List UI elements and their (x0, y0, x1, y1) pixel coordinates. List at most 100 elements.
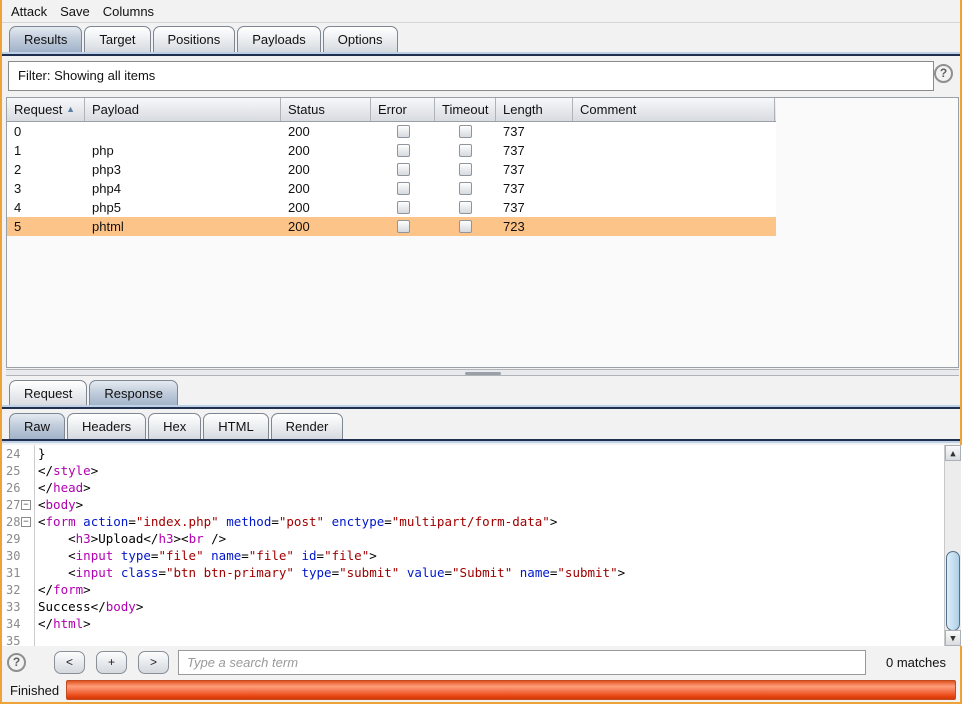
fold-spacer (21, 449, 31, 459)
line-number: 31 (2, 566, 21, 580)
response-raw-view[interactable]: 24}25</style>26</head>27−<body>28−<form … (2, 445, 962, 646)
scrollbar-thumb[interactable] (946, 551, 960, 631)
timeout-checkbox[interactable] (459, 163, 472, 176)
fold-spacer (21, 534, 31, 544)
cell-comment (573, 160, 775, 179)
search-next-button[interactable]: > (138, 651, 169, 674)
gutter-divider (34, 445, 35, 646)
code-token: </ (38, 582, 53, 597)
fold-collapse-icon[interactable]: − (21, 500, 31, 510)
code-token: > (618, 565, 626, 580)
tab-html[interactable]: HTML (203, 413, 268, 439)
error-checkbox[interactable] (397, 220, 410, 233)
timeout-checkbox[interactable] (459, 201, 472, 214)
code-text: </form> (38, 582, 91, 597)
fold-spacer (21, 636, 31, 646)
pane-splitter[interactable] (6, 369, 959, 376)
column-header-error[interactable]: Error (371, 98, 435, 121)
help-icon[interactable]: ? (934, 64, 953, 83)
error-checkbox[interactable] (397, 163, 410, 176)
scroll-down-icon[interactable]: ▼ (945, 630, 961, 646)
timeout-checkbox[interactable] (459, 220, 472, 233)
fold-spacer (21, 551, 31, 561)
cell-status: 200 (281, 122, 371, 141)
code-token: < (38, 531, 76, 546)
table-row[interactable]: 3php4200737 (7, 179, 776, 198)
search-input[interactable] (178, 650, 866, 675)
tab-headers[interactable]: Headers (67, 413, 146, 439)
timeout-checkbox[interactable] (459, 125, 472, 138)
code-line: 24} (2, 445, 962, 462)
error-checkbox[interactable] (397, 201, 410, 214)
menu-item-save[interactable]: Save (60, 4, 90, 19)
tab-response[interactable]: Response (89, 380, 178, 406)
line-number: 33 (2, 600, 21, 614)
scroll-up-icon[interactable]: ▲ (945, 445, 961, 461)
error-checkbox[interactable] (397, 144, 410, 157)
tab-request[interactable]: Request (9, 380, 87, 406)
code-token (113, 565, 121, 580)
code-token (512, 565, 520, 580)
code-token: h3 (158, 531, 173, 546)
table-row[interactable]: 1php200737 (7, 141, 776, 160)
filter-box[interactable]: Filter: Showing all items (8, 61, 934, 91)
main-tab-bar: ResultsTargetPositionsPayloadsOptions (2, 22, 960, 52)
fold-collapse-icon[interactable]: − (21, 517, 31, 527)
column-header-comment[interactable]: Comment (573, 98, 775, 121)
column-header-payload[interactable]: Payload (85, 98, 281, 121)
timeout-checkbox[interactable] (459, 182, 472, 195)
cell-timeout (435, 217, 496, 236)
table-row[interactable]: 0200737 (7, 122, 776, 141)
cell-error (371, 122, 435, 141)
code-line: 28−<form action="index.php" method="post… (2, 513, 962, 530)
help-icon[interactable]: ? (7, 653, 26, 672)
tab-positions[interactable]: Positions (153, 26, 236, 52)
tab-render[interactable]: Render (271, 413, 344, 439)
cell-timeout (435, 160, 496, 179)
fold-spacer (21, 602, 31, 612)
code-text: <input type="file" name="file" id="file"… (38, 548, 377, 563)
sort-ascending-icon: ▲ (66, 98, 75, 121)
table-row[interactable]: 2php3200737 (7, 160, 776, 179)
tab-results[interactable]: Results (9, 26, 82, 52)
code-token: = (271, 514, 279, 529)
timeout-checkbox[interactable] (459, 144, 472, 157)
code-token: = (241, 548, 249, 563)
filter-bar: Filter: Showing all items ? (2, 57, 960, 96)
cell-length: 737 (496, 198, 573, 217)
code-token: body (106, 599, 136, 614)
line-number: 26 (2, 481, 21, 495)
cell-length: 737 (496, 160, 573, 179)
cell-payload: phtml (85, 217, 281, 236)
error-checkbox[interactable] (397, 182, 410, 195)
code-text: <form action="index.php" method="post" e… (38, 514, 557, 529)
tab-target[interactable]: Target (84, 26, 150, 52)
tab-options[interactable]: Options (323, 26, 398, 52)
cell-timeout (435, 198, 496, 217)
tab-raw[interactable]: Raw (9, 413, 65, 439)
vertical-scrollbar[interactable]: ▲ ▼ (944, 445, 961, 646)
search-prev-button[interactable]: < (54, 651, 85, 674)
code-token: < (38, 497, 46, 512)
search-add-button[interactable]: + (96, 651, 127, 674)
tab-payloads[interactable]: Payloads (237, 26, 320, 52)
code-token: type (121, 548, 151, 563)
table-row[interactable]: 4php5200737 (7, 198, 776, 217)
column-header-status[interactable]: Status (281, 98, 371, 121)
code-token: >Upload</ (91, 531, 159, 546)
results-table-pane: Request▲PayloadStatusErrorTimeoutLengthC… (6, 97, 959, 368)
column-header-timeout[interactable]: Timeout (435, 98, 496, 121)
code-token: value (407, 565, 445, 580)
table-row[interactable]: 5phtml200723 (7, 217, 776, 236)
tab-hex[interactable]: Hex (148, 413, 201, 439)
column-header-length[interactable]: Length (496, 98, 573, 121)
column-header-request[interactable]: Request▲ (7, 98, 85, 121)
tab-divider (2, 441, 960, 443)
code-token: = (128, 514, 136, 529)
cell-request: 0 (7, 122, 85, 141)
menu-item-attack[interactable]: Attack (11, 4, 47, 19)
menu-item-columns[interactable]: Columns (103, 4, 154, 19)
code-token: "multipart/form-data" (392, 514, 550, 529)
error-checkbox[interactable] (397, 125, 410, 138)
message-tab-bar: RequestResponse (2, 378, 960, 406)
